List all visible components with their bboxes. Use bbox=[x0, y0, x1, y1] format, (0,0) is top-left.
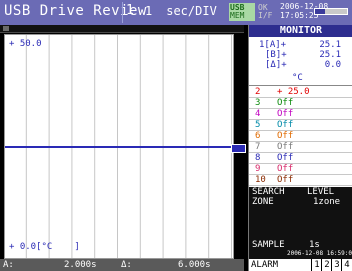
delta-value: 6.000s bbox=[178, 260, 211, 270]
channel-number: 4 bbox=[255, 109, 261, 119]
channel-number: 2 bbox=[255, 87, 261, 97]
summary-label-a: 1[A]+ bbox=[259, 40, 287, 50]
channel-row[interactable]: 5 Off bbox=[249, 120, 352, 131]
channel-row[interactable]: 7 Off bbox=[249, 142, 352, 153]
scroll-thumb[interactable] bbox=[3, 26, 9, 31]
y-top-label: + 50.0 bbox=[9, 39, 42, 49]
zone-label: ZONE bbox=[252, 197, 274, 207]
channel-number: 5 bbox=[255, 120, 261, 130]
channel-value: Off bbox=[277, 120, 294, 130]
ok-badge-bottom: I/F bbox=[258, 11, 273, 20]
summary-value-a: 25.1 bbox=[319, 40, 341, 50]
channel-value: Off bbox=[277, 131, 294, 141]
y-bottom-plus: + bbox=[9, 242, 20, 252]
summary-label-b: [B]+ bbox=[265, 50, 287, 60]
summary-label-delta: [Δ]+ bbox=[265, 60, 287, 70]
channel-value: Off bbox=[277, 98, 294, 108]
summary-value-b: 25.1 bbox=[319, 50, 341, 60]
sample-value: 1s bbox=[309, 240, 320, 250]
status-bar: A: 2.000s Δ: 6.000s bbox=[0, 259, 244, 271]
time-division[interactable]: 1 sec/DIV bbox=[145, 4, 217, 18]
waveform-plot[interactable]: + 50.0 + 0.0[°C] bbox=[4, 34, 234, 259]
trace-position-marker[interactable] bbox=[231, 144, 246, 153]
channel-row[interactable]: 8 Off bbox=[249, 153, 352, 164]
channel-row[interactable]: 10 Off bbox=[249, 175, 352, 186]
delta-label: Δ: bbox=[121, 260, 132, 270]
y-bottom-label: + 0.0[°C] bbox=[9, 242, 80, 252]
y-top-plus: + bbox=[9, 39, 20, 49]
memory-usage-bar bbox=[314, 8, 348, 15]
sample-label: SAMPLE bbox=[252, 240, 285, 250]
channel-number: 9 bbox=[255, 164, 261, 174]
y-bottom-value: 0.0[°C bbox=[19, 242, 53, 252]
usb-mem-badge: USB MEM bbox=[229, 3, 255, 21]
channel-value: Off bbox=[277, 153, 294, 163]
channel-value: Off bbox=[277, 142, 294, 152]
header-divider bbox=[122, 2, 123, 23]
time-scrollbar[interactable] bbox=[0, 25, 244, 33]
y-top-value: 50.0 bbox=[19, 39, 42, 49]
channel-row[interactable]: 9 Off bbox=[249, 164, 352, 175]
channel-value: Off bbox=[277, 175, 294, 185]
usb-badge-bottom: MEM bbox=[230, 11, 245, 20]
channel-row[interactable]: 4 Off bbox=[249, 109, 352, 120]
panel-blank-area bbox=[249, 207, 352, 240]
cursor-trace-line[interactable] bbox=[5, 146, 233, 148]
monitor-separator bbox=[249, 85, 352, 86]
zone-row[interactable]: ZONE 1zone bbox=[249, 197, 352, 207]
header-bar: USB Drive Review 1 1 sec/DIV USB MEM OK I… bbox=[0, 0, 352, 25]
memory-usage-fill bbox=[315, 9, 325, 14]
channel-value: Off bbox=[277, 109, 294, 119]
alarm-row: ALARM 1 2 3 4 bbox=[249, 259, 352, 271]
channel-number: 7 bbox=[255, 142, 261, 152]
monitor-panel: MONITOR 1[A]+ 25.1 [B]+ 25.1 [Δ]+ 0.0 °C… bbox=[248, 25, 352, 271]
channel-number: 6 bbox=[255, 131, 261, 141]
summary-unit: °C bbox=[292, 73, 303, 83]
sample-datetime: 2006-12-08 16:59:0 bbox=[286, 250, 352, 257]
channel-number: 10 bbox=[255, 175, 266, 185]
sample-info: SAMPLE 1s 2006-12-08 16:59:0 bbox=[249, 240, 352, 259]
channel-number: 8 bbox=[255, 153, 261, 163]
cursor-a-value: 2.000s bbox=[64, 260, 97, 270]
zone-value: 1zone bbox=[313, 197, 341, 207]
y-bottom-bracket: ] bbox=[74, 242, 80, 252]
search-level-row[interactable]: SEARCH LEVEL bbox=[249, 187, 352, 197]
cursor-a-label: A: bbox=[3, 260, 14, 270]
time-division-value-placeholder: 1 bbox=[145, 4, 153, 18]
channel-value: + 25.0 bbox=[277, 87, 310, 97]
channel-value: Off bbox=[277, 164, 294, 174]
alarm-button-4[interactable]: 4 bbox=[341, 259, 352, 271]
channel-number: 3 bbox=[255, 98, 261, 108]
time-division-unit: sec/DIV bbox=[166, 4, 217, 18]
ok-if-badge: OK I/F bbox=[257, 3, 277, 21]
page-number: 1 bbox=[126, 3, 134, 18]
level-label: LEVEL bbox=[307, 187, 335, 197]
channel-row[interactable]: 2 + 25.0 bbox=[249, 87, 352, 98]
channel-row[interactable]: 3 Off bbox=[249, 98, 352, 109]
monitor-title: MONITOR bbox=[249, 25, 352, 37]
summary-value-delta: 0.0 bbox=[324, 60, 341, 70]
search-label: SEARCH bbox=[252, 187, 285, 197]
channel-row[interactable]: 6 Off bbox=[249, 131, 352, 142]
alarm-label: ALARM bbox=[251, 260, 279, 270]
